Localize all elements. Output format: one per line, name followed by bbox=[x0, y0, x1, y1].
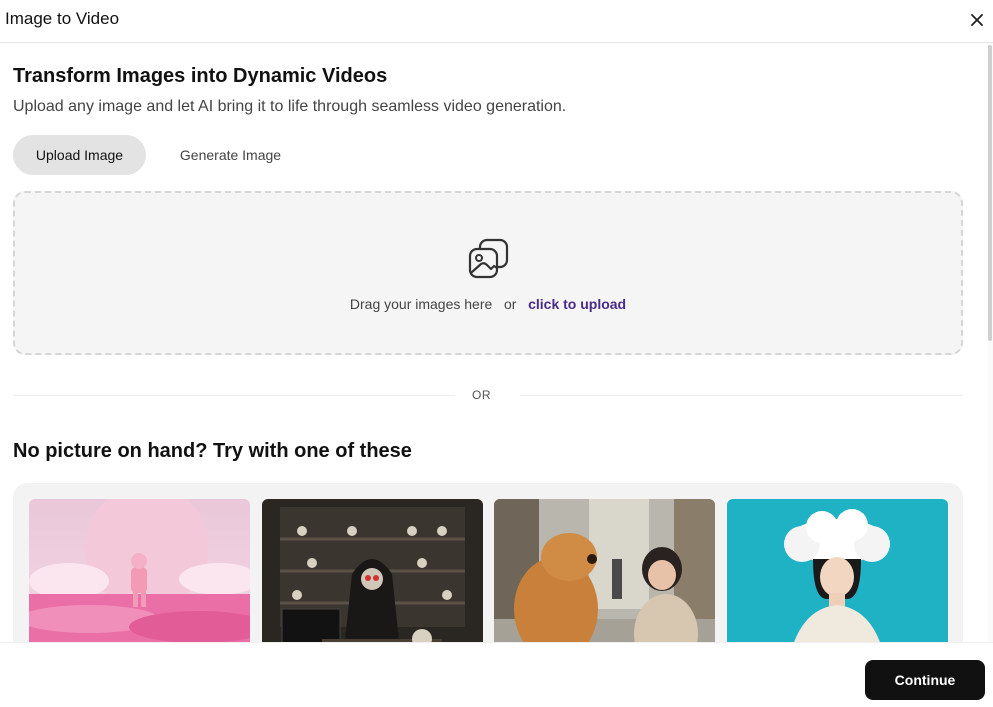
page-title: Transform Images into Dynamic Videos bbox=[13, 65, 388, 87]
page-subtitle: Upload any image and let AI bring it to … bbox=[13, 98, 567, 115]
divider-left bbox=[13, 395, 455, 396]
sample-image-astronaut[interactable] bbox=[29, 499, 250, 642]
dropzone-text: Drag your images here or click to upload bbox=[15, 296, 961, 312]
continue-button[interactable]: Continue bbox=[865, 660, 985, 700]
dropzone-or: or bbox=[503, 296, 517, 312]
images-icon bbox=[468, 238, 509, 279]
sample-image-dog-girl[interactable] bbox=[494, 499, 715, 642]
dialog-title: Image to Video bbox=[5, 9, 120, 28]
samples-panel bbox=[13, 483, 963, 642]
sample-image-cloud-girl[interactable] bbox=[727, 499, 948, 642]
samples-heading: No picture on hand? Try with one of thes… bbox=[13, 440, 412, 462]
click-to-upload-link[interactable]: click to upload bbox=[528, 296, 626, 312]
close-icon bbox=[971, 14, 983, 26]
close-button[interactable] bbox=[966, 9, 988, 31]
dialog-content: Transform Images into Dynamic Videos Upl… bbox=[0, 43, 993, 642]
tab-upload-image[interactable]: Upload Image bbox=[13, 135, 146, 175]
sample-image-reaper[interactable] bbox=[262, 499, 483, 642]
dropzone-drag-label: Drag your images here bbox=[349, 296, 493, 312]
divider-or-label: OR bbox=[472, 388, 491, 402]
dialog-header: Image to Video bbox=[0, 0, 993, 43]
tab-generate-image[interactable]: Generate Image bbox=[164, 135, 297, 175]
upload-dropzone[interactable]: Drag your images here or click to upload bbox=[13, 191, 963, 355]
divider-right bbox=[520, 395, 963, 396]
scrollbar-thumb[interactable] bbox=[988, 45, 992, 341]
dialog-footer: Continue bbox=[0, 642, 993, 707]
